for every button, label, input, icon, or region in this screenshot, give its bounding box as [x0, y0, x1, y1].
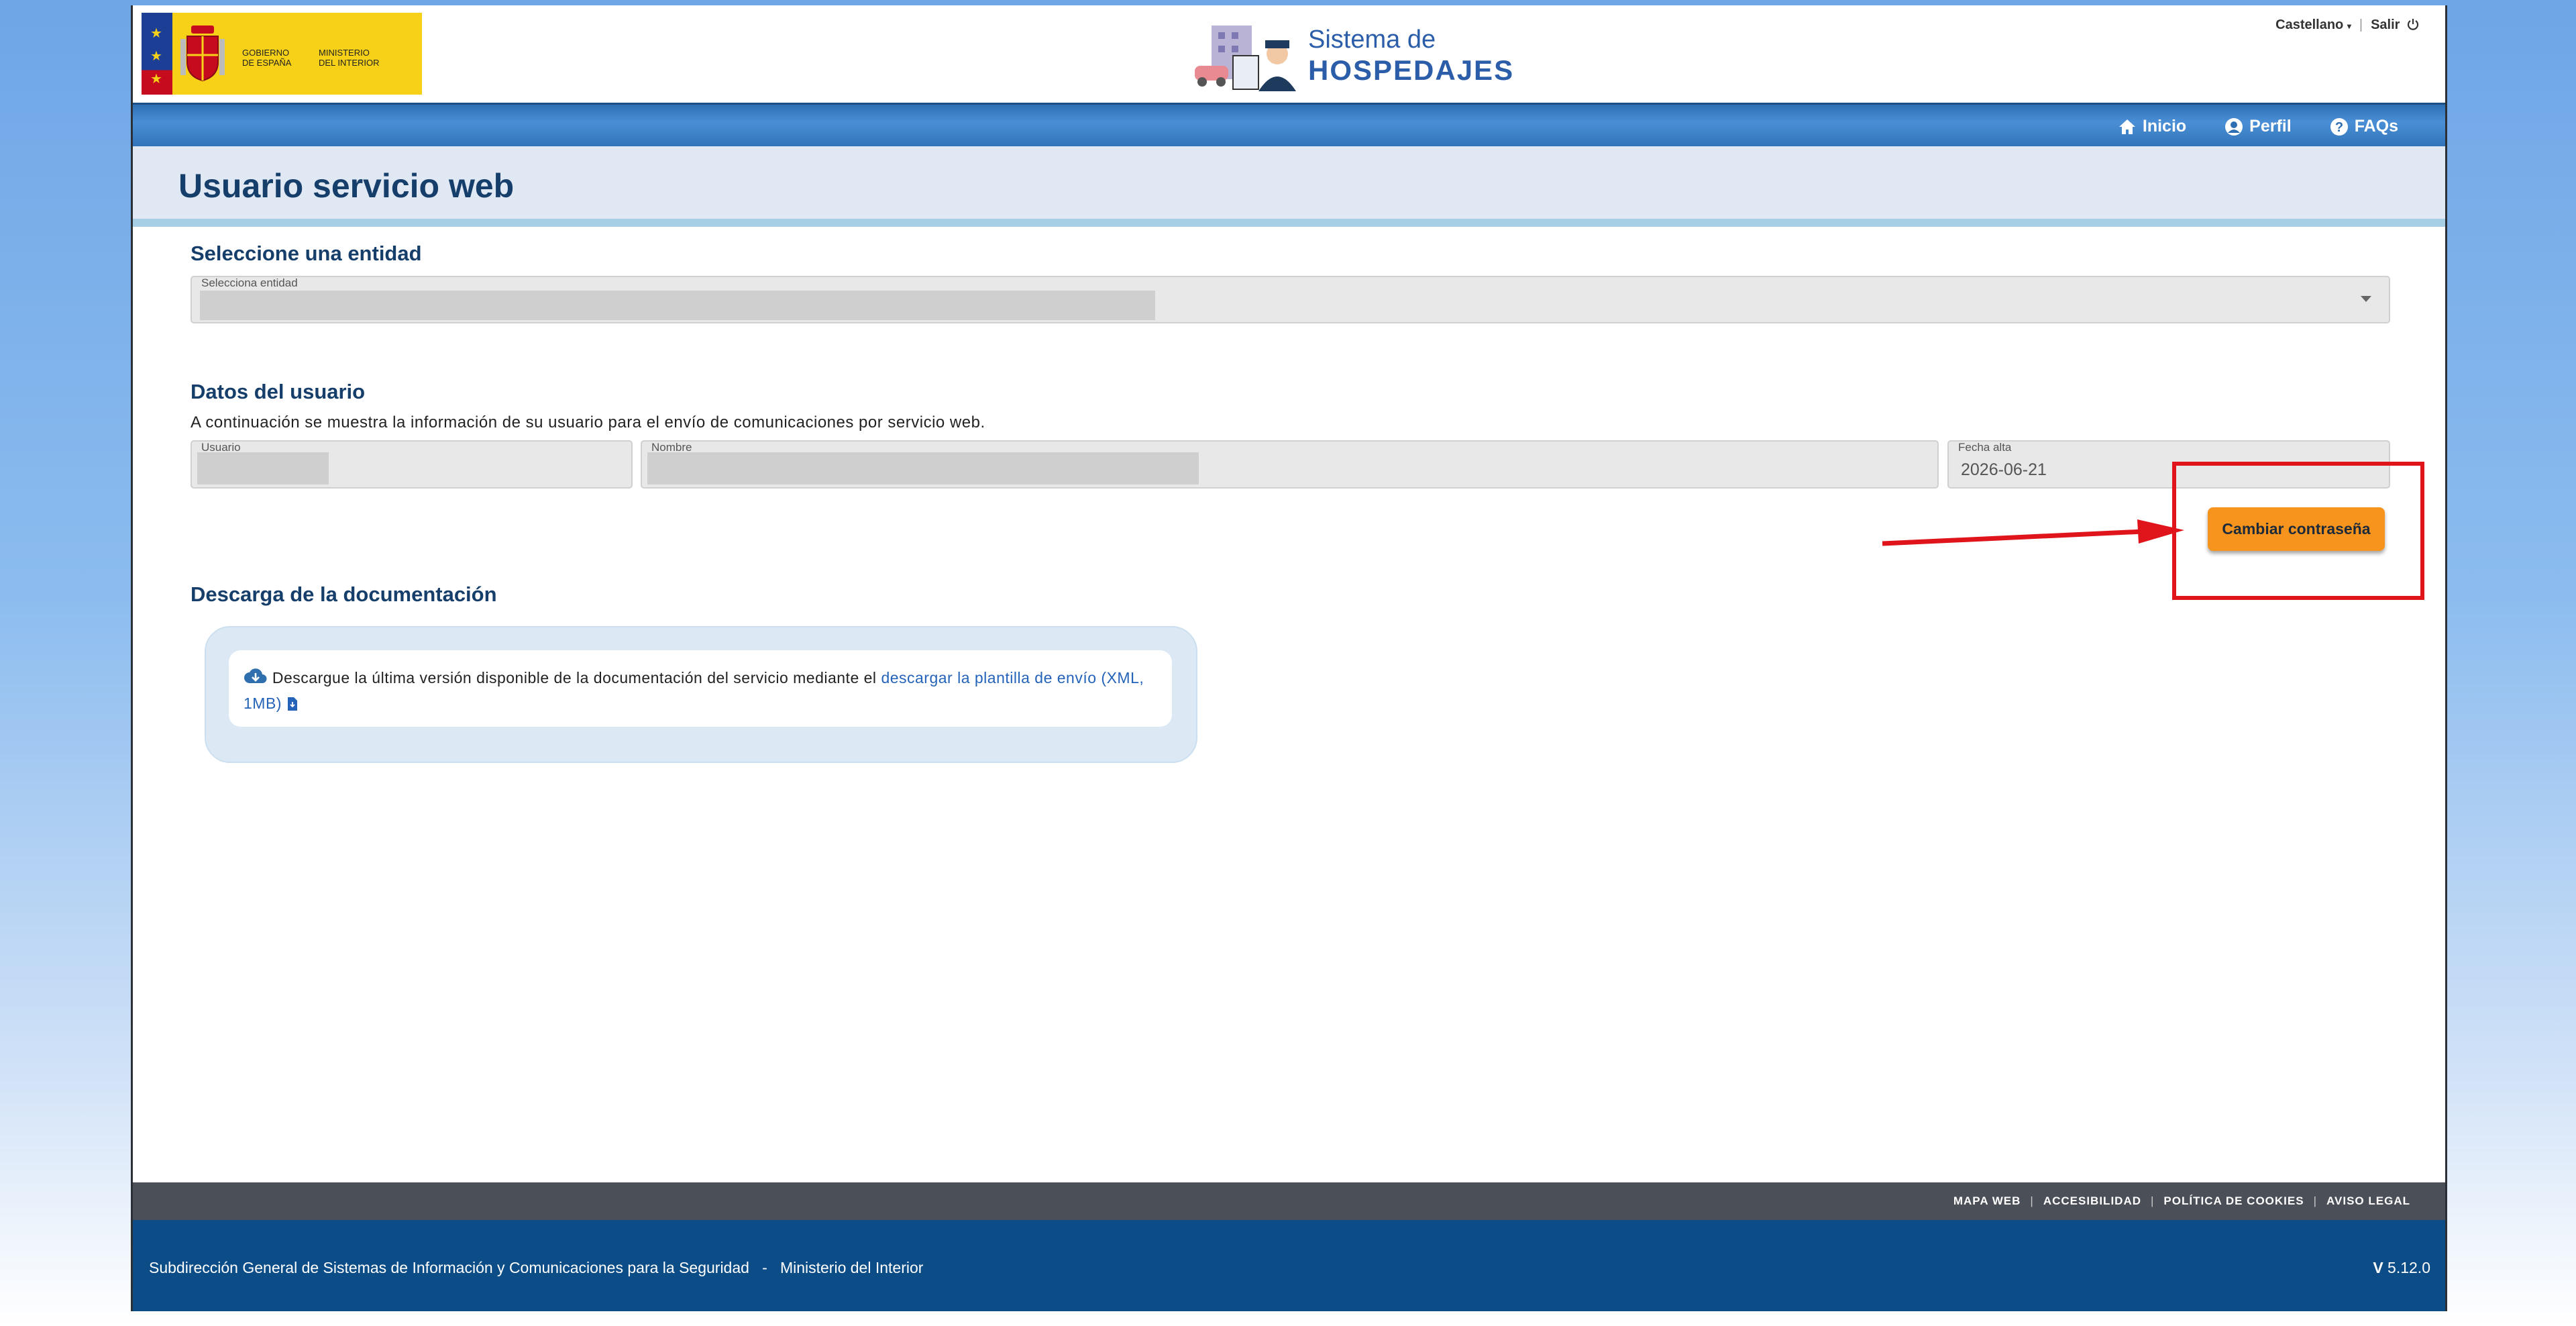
entity-select[interactable]: Selecciona entidad	[191, 276, 2390, 323]
cloud-download-icon	[244, 668, 267, 683]
flag-stripe: ★ ★ ★	[142, 13, 172, 95]
redacted-value	[647, 452, 1199, 484]
footer-version: V 5.12.0	[2373, 1259, 2430, 1276]
nav-inicio[interactable]: Inicio	[2117, 117, 2186, 137]
user-circle-icon	[2225, 117, 2243, 136]
footer-link-aviso-legal[interactable]: AVISO LEGAL	[2326, 1194, 2410, 1208]
fecha-alta-label: Fecha alta	[1958, 441, 2012, 454]
caret-down-icon	[2361, 296, 2371, 302]
gobierno-logo[interactable]: ★ ★ ★ GOBIERNO DE ESPAÑA MINISTERIO DEL IN…	[142, 13, 422, 95]
sistema-hospedajes-brand[interactable]: Sistema de HOSPEDAJES	[1191, 19, 1514, 93]
separator: |	[2030, 1194, 2034, 1207]
footer-org: Subdirección General de Sistemas de Info…	[149, 1259, 923, 1277]
svg-text:?: ?	[2335, 120, 2343, 135]
footer-links-bar: MAPA WEB | ACCESIBILIDAD | POLÍTICA DE C…	[133, 1182, 2445, 1220]
footer-link-accesibilidad[interactable]: ACCESIBILIDAD	[2043, 1194, 2141, 1208]
page-title: Usuario servicio web	[178, 167, 515, 205]
separator: |	[2151, 1194, 2155, 1207]
logout-link[interactable]: Salir	[2371, 17, 2420, 33]
usuario-field[interactable]: Usuario	[191, 440, 633, 489]
separator: |	[2359, 17, 2363, 32]
docs-card: Descargue la última versión disponible d…	[229, 650, 1172, 727]
change-password-button[interactable]: Cambiar contraseña	[2208, 507, 2385, 551]
caret-down-icon: ▾	[2347, 21, 2351, 31]
user-section-title: Datos del usuario	[191, 380, 366, 403]
nav-perfil[interactable]: Perfil	[2224, 117, 2292, 137]
docs-text: Descargue la última versión disponible d…	[244, 665, 1163, 716]
power-icon	[2407, 19, 2419, 30]
user-intro-text: A continuación se muestra la información…	[191, 413, 985, 431]
nombre-field[interactable]: Nombre	[641, 440, 1939, 489]
page-frame: ★ ★ ★ GOBIERNO DE ESPAÑA MINISTERIO DEL IN…	[131, 5, 2447, 1311]
ministerio-text: MINISTERIO DEL INTERIOR	[319, 48, 380, 68]
footer-link-mapa-web[interactable]: MAPA WEB	[1953, 1194, 2021, 1208]
annotation-arrow-icon	[1882, 519, 2184, 546]
brand-title-line1: Sistema de	[1308, 26, 1436, 54]
hospedajes-illustration-icon	[1195, 26, 1296, 91]
home-icon	[2118, 119, 2135, 134]
footer-org-name: Subdirección General de Sistemas de Info…	[149, 1259, 749, 1276]
fecha-alta-value: 2026-06-21	[1961, 460, 2047, 479]
footer-ministry: Ministerio del Interior	[780, 1259, 924, 1276]
gobierno-text: GOBIERNO DE ESPAÑA	[242, 48, 292, 68]
separator: |	[2313, 1194, 2318, 1207]
entity-section-title: Seleccione una entidad	[191, 242, 422, 265]
question-circle-icon: ?	[2330, 117, 2348, 136]
file-download-icon[interactable]	[286, 697, 299, 711]
entity-select-label: Selecciona entidad	[201, 276, 298, 289]
docs-section-title: Descarga de la documentación	[191, 582, 497, 606]
brand-title-line2: HOSPEDAJES	[1308, 54, 1515, 86]
nav-faqs[interactable]: ? FAQs	[2329, 117, 2398, 137]
language-bar: Castellano ▾ | Salir	[2275, 17, 2420, 33]
page-title-band: Usuario servicio web	[133, 146, 2445, 227]
coat-of-arms-icon	[172, 13, 233, 95]
separator: -	[753, 1259, 776, 1276]
footer-link-cookies[interactable]: POLÍTICA DE COOKIES	[2163, 1194, 2304, 1208]
language-selector[interactable]: Castellano ▾	[2275, 17, 2351, 33]
footer-main: Subdirección General de Sistemas de Info…	[133, 1220, 2445, 1311]
docs-panel: Descargue la última versión disponible d…	[205, 626, 1197, 763]
redacted-value	[200, 291, 1155, 320]
redacted-value	[197, 452, 329, 484]
main-nav-bar: Inicio Perfil ? FAQs	[133, 103, 2445, 148]
top-header: ★ ★ ★ GOBIERNO DE ESPAÑA MINISTERIO DEL IN…	[133, 5, 2445, 103]
